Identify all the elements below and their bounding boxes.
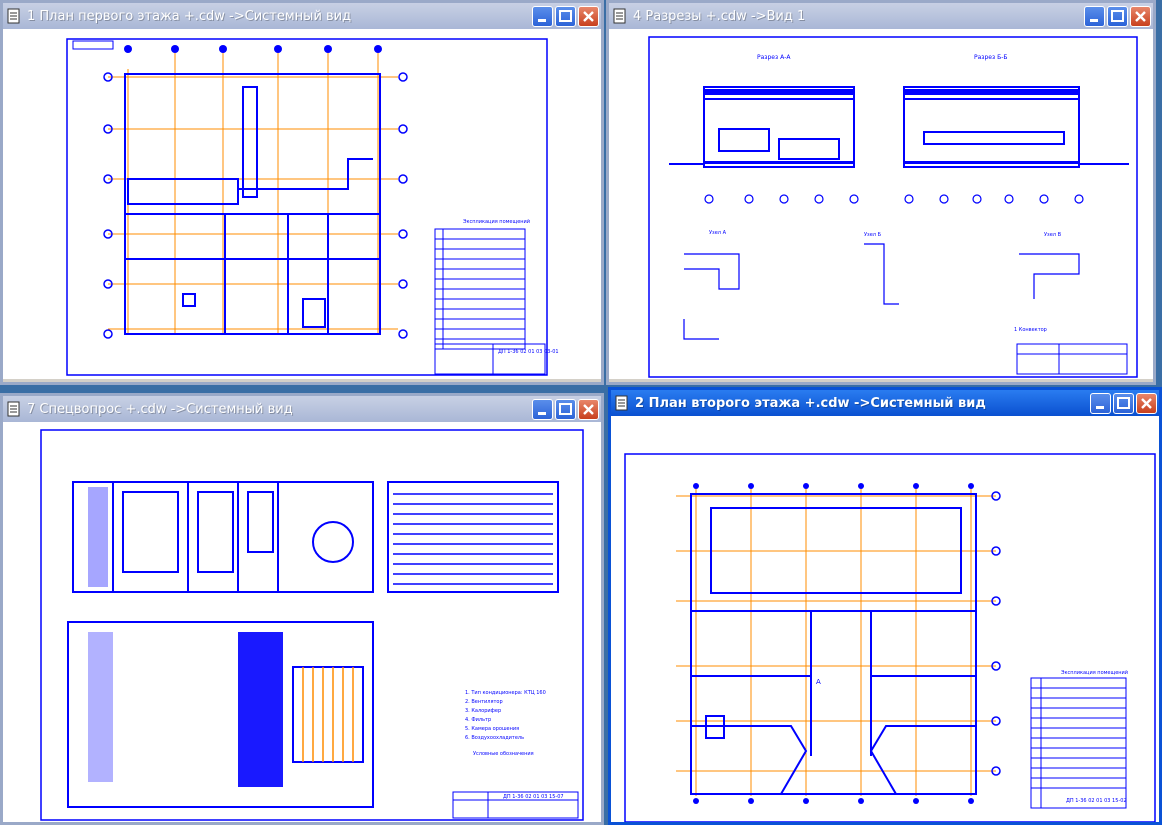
note-4: 4. Фильтр (465, 717, 491, 723)
note-5: 5. Камера орошения (465, 726, 519, 732)
second-floor-plan-drawing: А Экспликация помещений ДП 1-36 02 01 03… (624, 453, 1156, 822)
note-2: 2. Вентилятор (465, 699, 503, 705)
window-titlebar[interactable]: 7 Спецвопрос +.cdw ->Системный вид (3, 396, 601, 422)
window-first-floor-plan[interactable]: 1 План первого этажа +.cdw ->Системный в… (0, 0, 604, 385)
horizontal-scrollbar[interactable] (609, 379, 1153, 382)
legend-title: Экспликация помещений (463, 218, 530, 225)
sections-drawing: Разрез А-А Разрез Б-Б Узел А Узел Б Узел… (648, 36, 1138, 378)
horizontal-scrollbar[interactable] (3, 379, 601, 382)
node-a-title: Узел А (709, 230, 727, 236)
maximize-icon[interactable] (1107, 5, 1128, 27)
document-icon (7, 8, 21, 24)
stamp-code: ДП 1-36 02 01 03 03-01 (498, 349, 559, 355)
window-second-floor-plan[interactable]: 2 План второго этажа +.cdw ->Системный в… (608, 387, 1162, 825)
minimize-icon[interactable] (1084, 5, 1105, 27)
window-titlebar[interactable]: 4 Разрезы +.cdw ->Вид 1 (609, 3, 1153, 29)
minimize-icon[interactable] (532, 398, 553, 420)
maximize-icon[interactable] (555, 5, 576, 27)
note-3: 3. Калорифер (465, 708, 501, 714)
legend-title: Экспликация помещений (1061, 669, 1128, 676)
first-floor-plan-drawing: Экспликация помещений ДП 1-36 02 01 03 0… (66, 38, 559, 376)
note-1: 1. Тип кондиционера: КТЦ 160 (465, 690, 546, 696)
window-special-question[interactable]: 7 Спецвопрос +.cdw ->Системный вид 1. Ти… (0, 393, 604, 825)
maximize-icon[interactable] (1113, 392, 1134, 414)
air-handling-unit-drawing: 1. Тип кондиционера: КТЦ 160 2. Вентилят… (40, 429, 584, 821)
node-b-title: Узел Б (864, 232, 882, 238)
stamp-code: ДП 1-36 02 01 03 15-07 (503, 794, 564, 800)
document-icon (7, 401, 21, 417)
drawing-canvas[interactable]: А Экспликация помещений ДП 1-36 02 01 03… (611, 416, 1159, 822)
drawing-canvas[interactable]: Разрез А-А Разрез Б-Б Узел А Узел Б Узел… (609, 29, 1153, 382)
stamp-code: ДП 1-36 02 01 03 15-02 (1066, 798, 1127, 804)
section-mark: А (816, 678, 821, 686)
close-icon[interactable] (1130, 5, 1151, 27)
convector-caption: 1 Конвектор (1014, 327, 1047, 333)
section-bb-title: Разрез Б-Б (974, 54, 1007, 61)
close-icon[interactable] (1136, 392, 1157, 414)
note-6: 6. Воздухоохладитель (465, 735, 524, 741)
desktop: { "windows": [ {"title": "1 План первого… (0, 0, 1162, 825)
close-icon[interactable] (578, 398, 599, 420)
window-titlebar[interactable]: 1 План первого этажа +.cdw ->Системный в… (3, 3, 601, 29)
window-title: 7 Спецвопрос +.cdw ->Системный вид (27, 401, 293, 417)
section-aa-title: Разрез А-А (757, 54, 791, 61)
minimize-icon[interactable] (532, 5, 553, 27)
document-icon (615, 395, 629, 411)
maximize-icon[interactable] (555, 398, 576, 420)
window-titlebar[interactable]: 2 План второго этажа +.cdw ->Системный в… (611, 390, 1159, 416)
document-icon (613, 8, 627, 24)
window-sections[interactable]: 4 Разрезы +.cdw ->Вид 1 Разрез А-А Разре… (606, 0, 1156, 385)
window-title: 4 Разрезы +.cdw ->Вид 1 (633, 8, 806, 24)
window-title: 2 План второго этажа +.cdw ->Системный в… (635, 395, 986, 411)
close-icon[interactable] (578, 5, 599, 27)
minimize-icon[interactable] (1090, 392, 1111, 414)
window-title: 1 План первого этажа +.cdw ->Системный в… (27, 8, 352, 24)
node-c-title: Узел В (1044, 232, 1062, 238)
legend-title: Условные обозначения (473, 751, 534, 757)
drawing-canvas[interactable]: Экспликация помещений ДП 1-36 02 01 03 0… (3, 29, 601, 382)
drawing-canvas[interactable]: 1. Тип кондиционера: КТЦ 160 2. Вентилят… (3, 422, 601, 822)
